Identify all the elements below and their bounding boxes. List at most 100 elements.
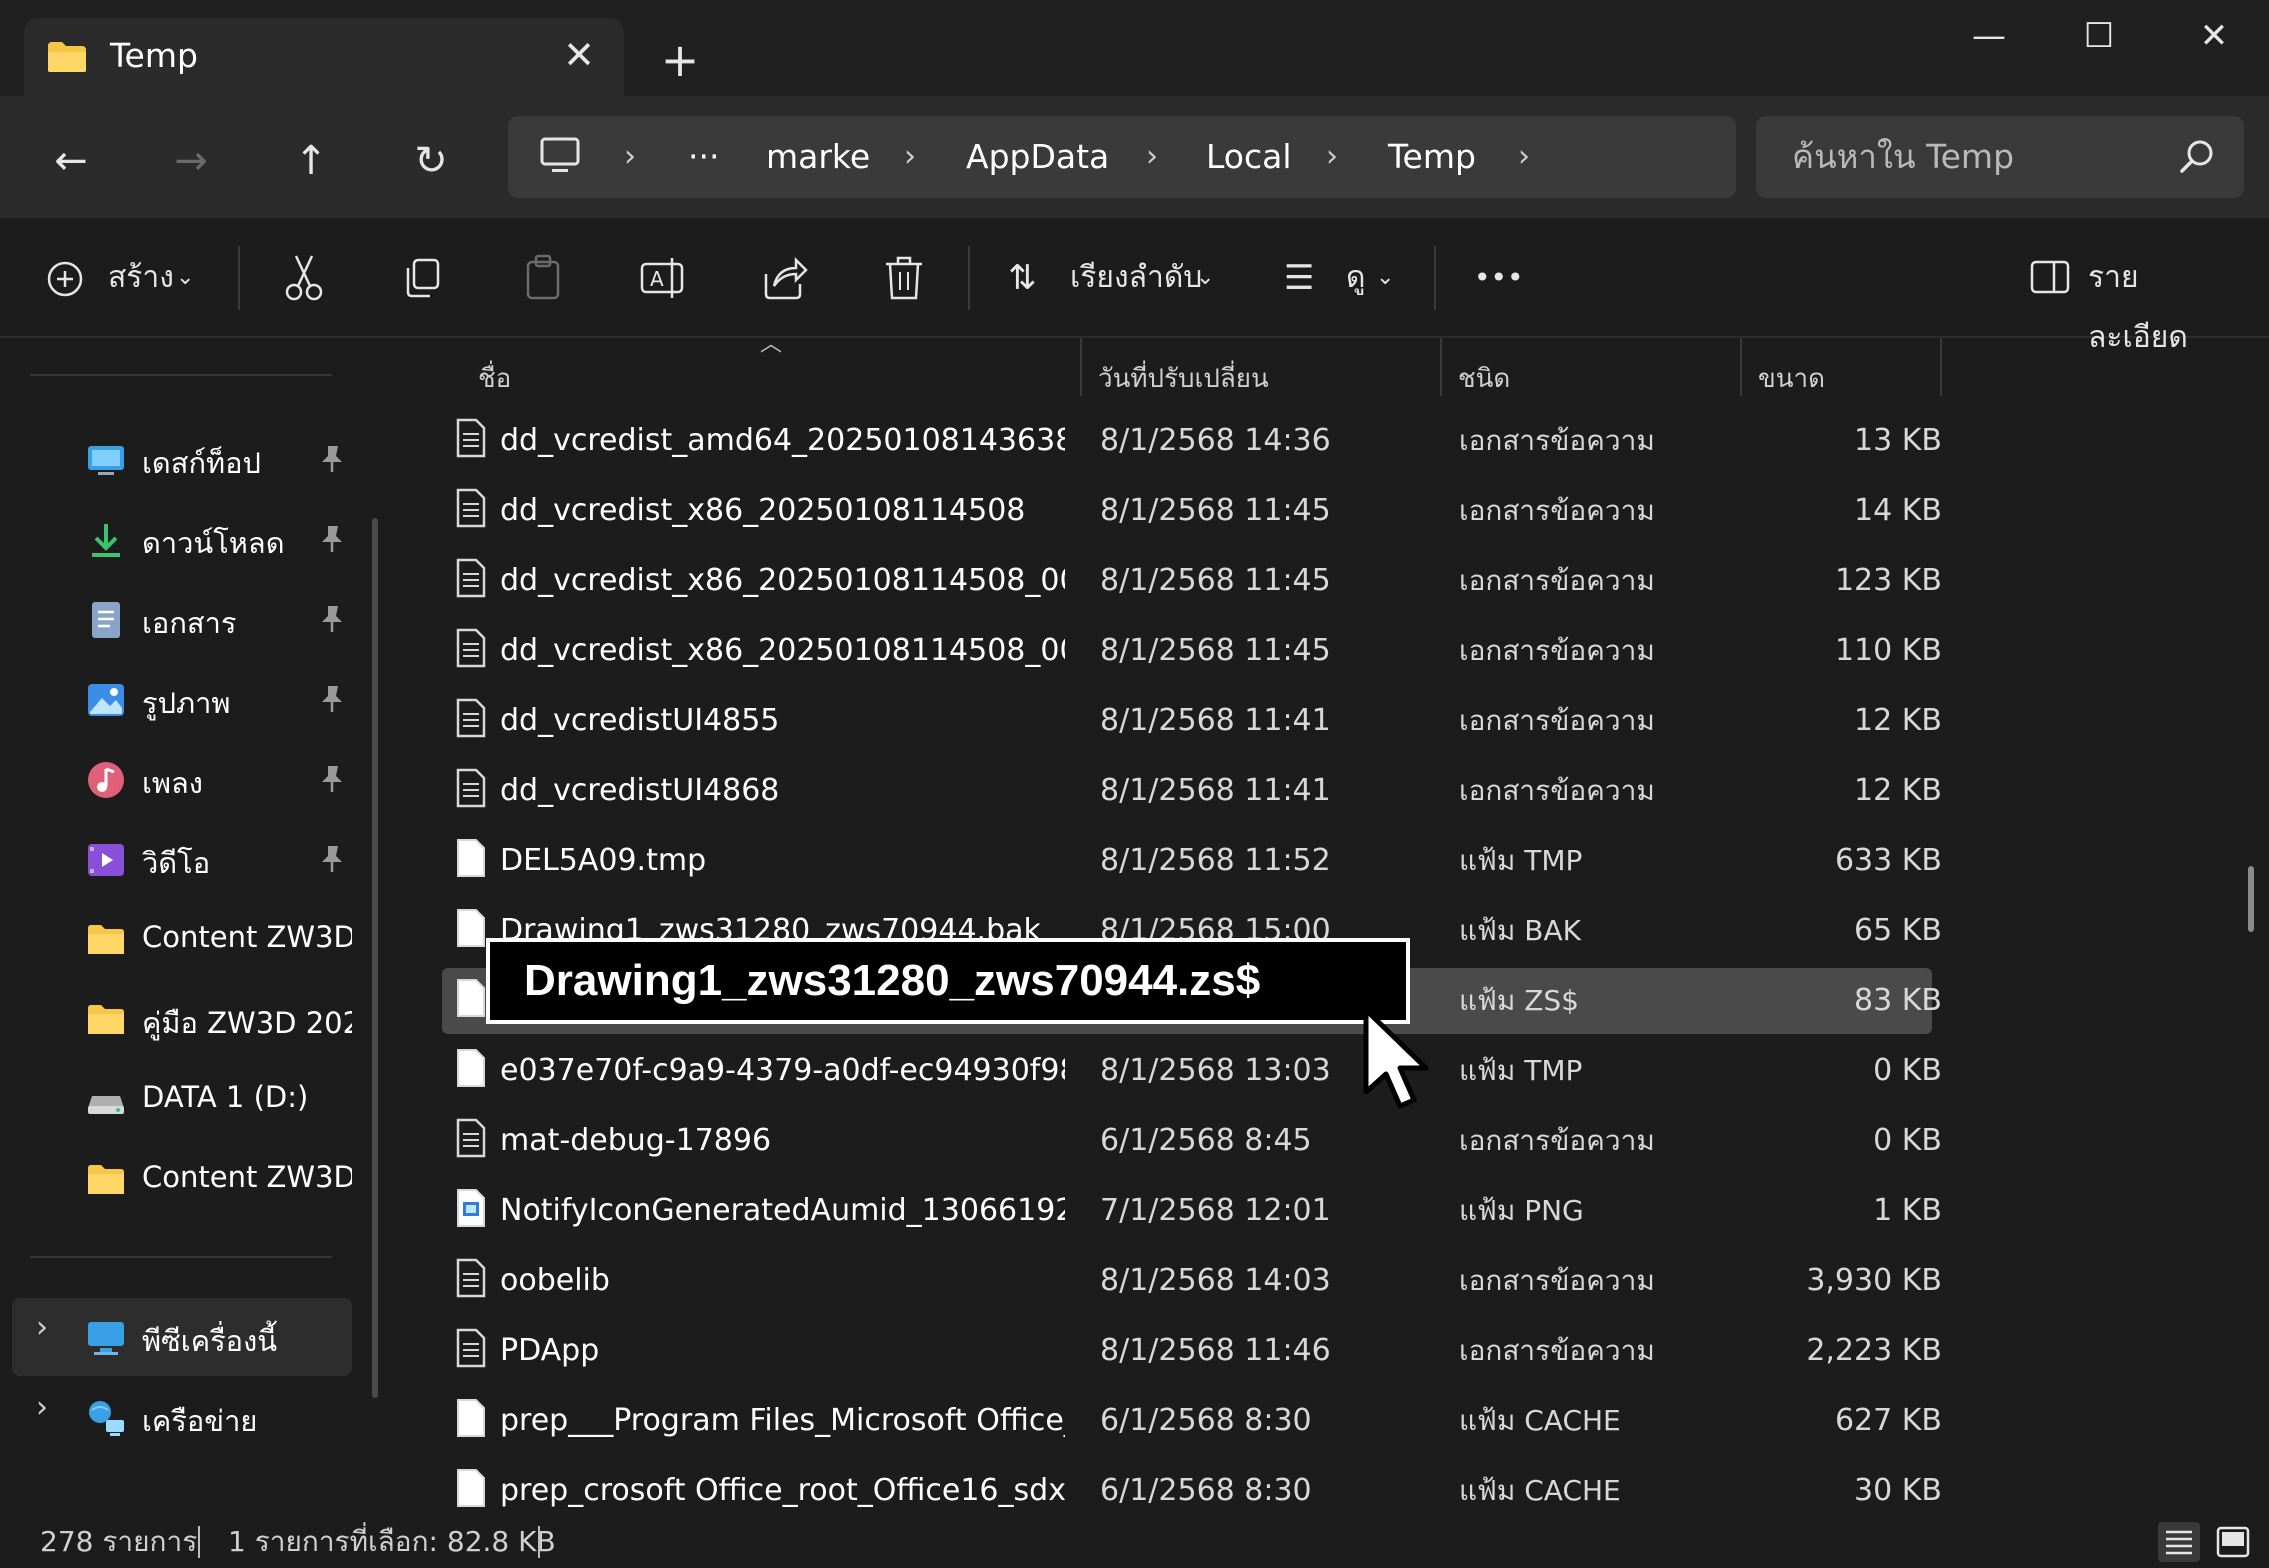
search-icon[interactable] [2176, 136, 2218, 178]
breadcrumb-marke[interactable]: marke [766, 130, 870, 184]
sidebar-item-label: เครือข่าย [142, 1404, 258, 1438]
sidebar-item-drive[interactable]: DATA 1 (D:) [86, 1072, 356, 1130]
column-divider[interactable] [1740, 338, 1742, 396]
chevron-right-icon[interactable]: › [904, 130, 916, 184]
file-row[interactable]: dd_vcredist_x86_20250108114508 8/1/2568 1… [442, 478, 2269, 544]
sidebar-item-videos[interactable]: วิดีโอ [86, 832, 356, 890]
music-icon [88, 762, 124, 798]
toolbar-divider [1434, 246, 1436, 310]
toolbar-divider [238, 246, 240, 310]
pin-icon[interactable] [318, 604, 346, 634]
maximize-button[interactable]: ☐ [2044, 0, 2154, 72]
column-divider[interactable] [1080, 338, 1082, 396]
address-bar[interactable]: › ··· marke › AppData › Local › Temp › [508, 116, 1736, 198]
sidebar-item-folder[interactable]: Content ZW3D f [86, 1152, 356, 1210]
file-name: prep___Program Files_Microsoft Office_r.… [500, 1403, 1065, 1438]
tiles-view-icon[interactable] [2212, 1522, 2254, 1562]
column-header-date[interactable]: วันที่ปรับเปลี่ยน [1098, 350, 1438, 408]
file-name: prep_crosoft Office_root_Office16_sdxs_F… [500, 1473, 1065, 1508]
pin-icon[interactable] [318, 444, 346, 474]
list-scrollbar[interactable] [2248, 866, 2254, 932]
sidebar-item-documents[interactable]: เอกสาร [86, 592, 356, 650]
rename-input-value: Drawing1_zws31280_zws70944.zs$ [524, 956, 1261, 1005]
column-header-size[interactable]: ขนาด [1758, 350, 1948, 408]
sidebar-item-label: DATA 1 (D:) [142, 1080, 309, 1114]
file-row[interactable]: dd_vcredistUI4855 8/1/2568 11:41 เอกสารข้อ… [442, 688, 2269, 754]
file-row[interactable]: dd_vcredistUI4868 8/1/2568 11:41 เอกสารข้อ… [442, 758, 2269, 824]
breadcrumb-appdata[interactable]: AppData [966, 130, 1109, 184]
search-input[interactable]: ค้นหาใน Temp [1756, 116, 2244, 198]
breadcrumb-local[interactable]: Local [1206, 130, 1292, 184]
view-button[interactable]: ☰ ดู ⌄ [1284, 248, 1404, 308]
sidebar-divider [30, 374, 332, 376]
chevron-right-icon[interactable]: › [1326, 130, 1338, 184]
up-button[interactable]: ↑ [276, 126, 346, 196]
sidebar-item-desktop[interactable]: เดสก์ท็อป [86, 432, 356, 490]
sidebar-item-folder[interactable]: Content ZW3D 2 [86, 912, 356, 970]
pin-icon[interactable] [318, 844, 346, 874]
file-row[interactable]: mat-debug-17896 6/1/2568 8:45 เอกสารข้อควา… [442, 1108, 2269, 1174]
file-row[interactable]: oobelib 8/1/2568 14:03 เอกสารข้อความ 3,930 … [442, 1248, 2269, 1314]
more-options-button[interactable]: ••• [1474, 248, 1534, 308]
chevron-right-icon[interactable]: › [1518, 130, 1530, 184]
tab-temp[interactable]: Temp ✕ [24, 18, 624, 96]
back-button[interactable]: ← [36, 126, 106, 196]
breadcrumb-overflow[interactable]: ··· [688, 130, 719, 184]
sidebar-scrollbar[interactable] [372, 518, 378, 1398]
file-size: 2,223 KB [1806, 1333, 1942, 1368]
file-date-modified: 6/1/2568 8:30 [1100, 1473, 1312, 1508]
rename-input[interactable]: Drawing1_zws31280_zws70944.zs$ [486, 938, 1410, 1024]
sidebar-item-network[interactable]: เครือข่าย [86, 1390, 356, 1448]
file-row[interactable]: prep___Program Files_Microsoft Office_r.… [442, 1388, 2269, 1454]
expand-chevron-icon[interactable]: › [36, 1390, 48, 1425]
file-row[interactable]: prep_crosoft Office_root_Office16_sdxs_F… [442, 1458, 2269, 1524]
column-header-name[interactable]: ชื่อ [478, 350, 1078, 408]
sidebar-item-music[interactable]: เพลง [86, 752, 356, 810]
paste-icon[interactable] [518, 250, 570, 306]
file-size: 30 KB [1854, 1473, 1942, 1508]
cut-icon[interactable] [278, 250, 330, 306]
file-row[interactable]: PDApp 8/1/2568 11:46 เอกสารข้อความ 2,223 KB [442, 1318, 2269, 1384]
sidebar-item-this-pc[interactable]: พีซีเครื่องนี้ [86, 1310, 356, 1368]
pin-icon[interactable] [318, 524, 346, 554]
share-icon[interactable] [758, 250, 810, 306]
copy-icon[interactable] [398, 250, 450, 306]
details-view-icon[interactable] [2158, 1522, 2200, 1562]
column-divider[interactable] [1440, 338, 1442, 396]
column-divider[interactable] [1940, 338, 1942, 396]
file-type: แฟ้ม BAK [1459, 914, 1581, 947]
file-type: แฟ้ม PNG [1459, 1194, 1584, 1227]
pin-icon[interactable] [318, 684, 346, 714]
file-row[interactable]: dd_vcredist_amd64_20250108143638 8/1/2568… [442, 408, 2269, 474]
delete-icon[interactable] [878, 250, 930, 306]
minimize-button[interactable]: — [1934, 0, 2044, 72]
file-row[interactable]: e037e70f-c9a9-4379-a0df-ec94930f98e2.t..… [442, 1038, 2269, 1104]
breadcrumb-temp[interactable]: Temp [1388, 130, 1476, 184]
download-icon [92, 524, 120, 557]
file-date-modified: 7/1/2568 12:01 [1100, 1193, 1331, 1228]
item-count: 278 รายการ [40, 1525, 198, 1558]
new-button[interactable]: สร้าง ⌄ [46, 248, 206, 308]
file-name: dd_vcredistUI4855 [500, 703, 780, 738]
file-date-modified: 6/1/2568 8:30 [1100, 1403, 1312, 1438]
rename-icon[interactable]: A [638, 250, 690, 306]
column-header-type[interactable]: ชนิด [1458, 350, 1748, 408]
refresh-button[interactable]: ↻ [396, 126, 466, 196]
sidebar-item-folder[interactable]: คู่มือ ZW3D 2025 [86, 992, 356, 1050]
sidebar-item-pictures[interactable]: รูปภาพ [86, 672, 356, 730]
sidebar-item-downloads[interactable]: ดาวน์โหลด [86, 512, 356, 570]
file-row[interactable]: NotifyIconGeneratedAumid_13066192593... 7… [442, 1178, 2269, 1244]
expand-chevron-icon[interactable]: › [36, 1310, 48, 1345]
details-pane-button[interactable]: รายละเอียด [2030, 248, 2230, 355]
sort-button[interactable]: ⇅ เรียงลำดับ ⌄ [1008, 248, 1218, 308]
new-tab-button[interactable]: + [650, 30, 710, 90]
chevron-right-icon[interactable]: › [1146, 130, 1158, 184]
close-tab-button[interactable]: ✕ [554, 30, 604, 80]
close-window-button[interactable]: ✕ [2159, 0, 2269, 72]
file-row[interactable]: dd_vcredist_x86_20250108114508_000_vc...… [442, 548, 2269, 614]
folder-icon [88, 925, 124, 954]
file-row[interactable]: DEL5A09.tmp 8/1/2568 11:52 แฟ้ม TMP 633 KB [442, 828, 2269, 894]
forward-button[interactable]: → [156, 126, 226, 196]
pin-icon[interactable] [318, 764, 346, 794]
file-row[interactable]: dd_vcredist_x86_20250108114508_001_vc...… [442, 618, 2269, 684]
